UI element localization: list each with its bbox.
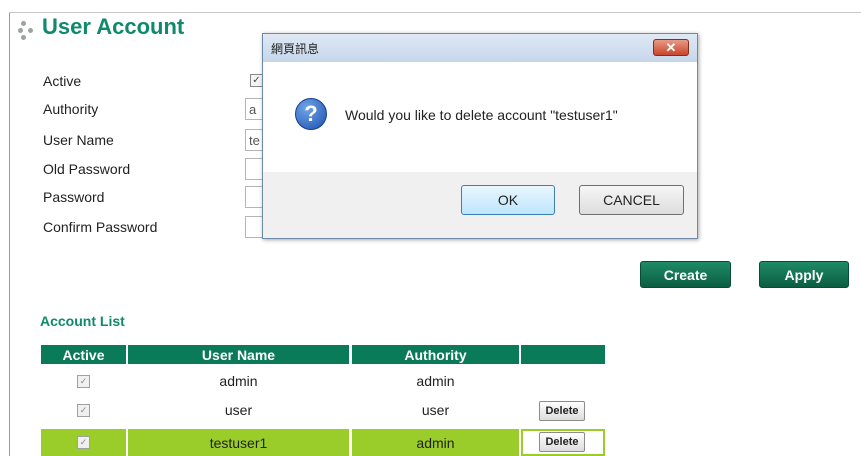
delete-button[interactable]: Delete (539, 432, 585, 452)
confirm-password-label: Confirm Password (43, 219, 158, 235)
dialog-title: 網頁訊息 (271, 42, 320, 56)
dialog-body: ? Would you like to delete account "test… (263, 62, 697, 172)
cancel-button[interactable]: CANCEL (579, 185, 684, 215)
row-username: user (224, 402, 253, 418)
question-icon: ? (295, 98, 327, 130)
row-username: admin (219, 373, 258, 389)
column-header-active: Active (41, 345, 126, 364)
dialog-footer: OK CANCEL (263, 172, 697, 238)
row-active-cell: ✓ (41, 429, 126, 456)
delete-button[interactable]: Delete (539, 401, 585, 421)
frame-left-border (9, 12, 10, 456)
row-authority: user (421, 402, 450, 418)
column-header-authority: Authority (352, 345, 519, 364)
column-header-username: User Name (128, 345, 349, 364)
row-username: testuser1 (128, 429, 349, 456)
row-authority: admin (352, 429, 519, 456)
frame-top-border (9, 12, 861, 13)
active-label: Active (43, 73, 82, 89)
close-icon[interactable]: ✕ (653, 39, 689, 56)
account-list-title: Account List (40, 313, 125, 329)
password-label: Password (43, 189, 105, 205)
username-label: User Name (43, 132, 114, 148)
create-button[interactable]: Create (640, 261, 731, 288)
row-authority: admin (416, 373, 455, 389)
dialog-message: Would you like to delete account "testus… (345, 107, 618, 123)
row-active-checkbox: ✓ (77, 403, 90, 417)
row-active-cell: ✓ (41, 399, 126, 421)
row-active-checkbox: ✓ (77, 374, 90, 388)
old-password-label: Old Password (43, 161, 131, 177)
apply-button[interactable]: Apply (759, 261, 849, 288)
page-title: User Account (42, 14, 185, 39)
authority-label: Authority (43, 101, 99, 117)
title-dots-icon (18, 20, 40, 42)
column-header-action (521, 345, 605, 364)
dialog-titlebar[interactable]: 網頁訊息 ✕ (263, 34, 697, 62)
row-active-cell: ✓ (41, 370, 126, 392)
ok-button[interactable]: OK (461, 185, 555, 215)
row-active-checkbox: ✓ (77, 436, 90, 449)
confirm-dialog: 網頁訊息 ✕ ? Would you like to delete accoun… (262, 33, 698, 239)
